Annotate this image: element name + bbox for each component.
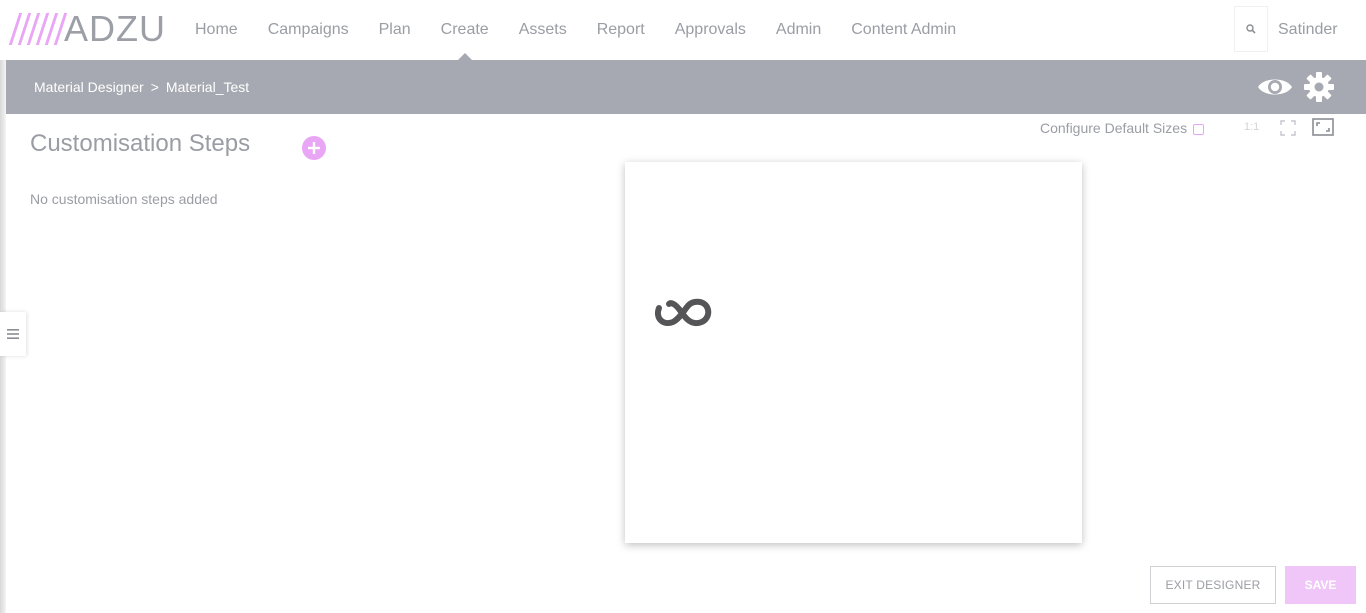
resize-icon <box>1312 118 1334 136</box>
breadcrumb-current: Material_Test <box>165 79 250 95</box>
logo-slashes <box>8 12 68 46</box>
search-button[interactable] <box>1234 6 1268 52</box>
hamburger-icon <box>7 329 19 339</box>
nav-item-admin[interactable]: Admin <box>761 0 836 60</box>
main-nav: Home Campaigns Plan Create Assets Report… <box>180 0 971 60</box>
ratio-1-1-button[interactable]: 1:1 <box>1244 121 1259 133</box>
search-icon <box>1246 24 1256 34</box>
nav-item-create[interactable]: Create <box>426 0 504 60</box>
design-canvas[interactable] <box>625 162 1082 543</box>
resize-canvas-button[interactable] <box>1312 118 1334 136</box>
nav-item-home[interactable]: Home <box>180 0 253 60</box>
breadcrumb-separator: > <box>150 79 159 95</box>
nav-item-approvals[interactable]: Approvals <box>660 0 761 60</box>
designer-header-bar: Material Designer > Material_Test <box>6 60 1366 114</box>
nav-item-campaigns[interactable]: Campaigns <box>253 0 364 60</box>
nav-item-report[interactable]: Report <box>582 0 660 60</box>
breadcrumb: Material Designer > Material_Test <box>34 60 256 114</box>
empty-steps-message: No customisation steps added <box>30 191 218 207</box>
nav-item-plan[interactable]: Plan <box>364 0 426 60</box>
exit-designer-button[interactable]: EXIT DESIGNER <box>1150 566 1276 604</box>
configure-default-sizes-label: Configure Default Sizes <box>1040 120 1188 136</box>
settings-button[interactable] <box>1302 70 1336 104</box>
sidebar-toggle-button[interactable] <box>0 312 26 356</box>
nav-item-content-admin[interactable]: Content Admin <box>836 0 971 60</box>
eye-icon <box>1258 79 1292 95</box>
top-navigation: ADZU Home Campaigns Plan Create Assets R… <box>0 0 1366 60</box>
save-button[interactable]: SAVE <box>1285 566 1356 604</box>
configure-default-sizes-checkbox[interactable] <box>1193 124 1204 135</box>
logo-text: ADZU <box>64 8 166 49</box>
nav-item-assets[interactable]: Assets <box>504 0 582 60</box>
add-step-button[interactable] <box>302 136 326 160</box>
gear-icon <box>1304 72 1334 102</box>
breadcrumb-material-designer[interactable]: Material Designer <box>34 60 144 114</box>
preview-button[interactable] <box>1256 70 1294 104</box>
customisation-steps-title: Customisation Steps <box>30 130 251 157</box>
fit-to-screen-button[interactable] <box>1280 120 1296 136</box>
user-menu[interactable]: Satinder <box>1278 0 1338 60</box>
fullscreen-icon <box>1280 120 1296 136</box>
adzu-logo[interactable]: ADZU <box>8 8 166 49</box>
plus-circle-icon <box>308 142 320 154</box>
infinity-logo-icon <box>655 298 712 327</box>
